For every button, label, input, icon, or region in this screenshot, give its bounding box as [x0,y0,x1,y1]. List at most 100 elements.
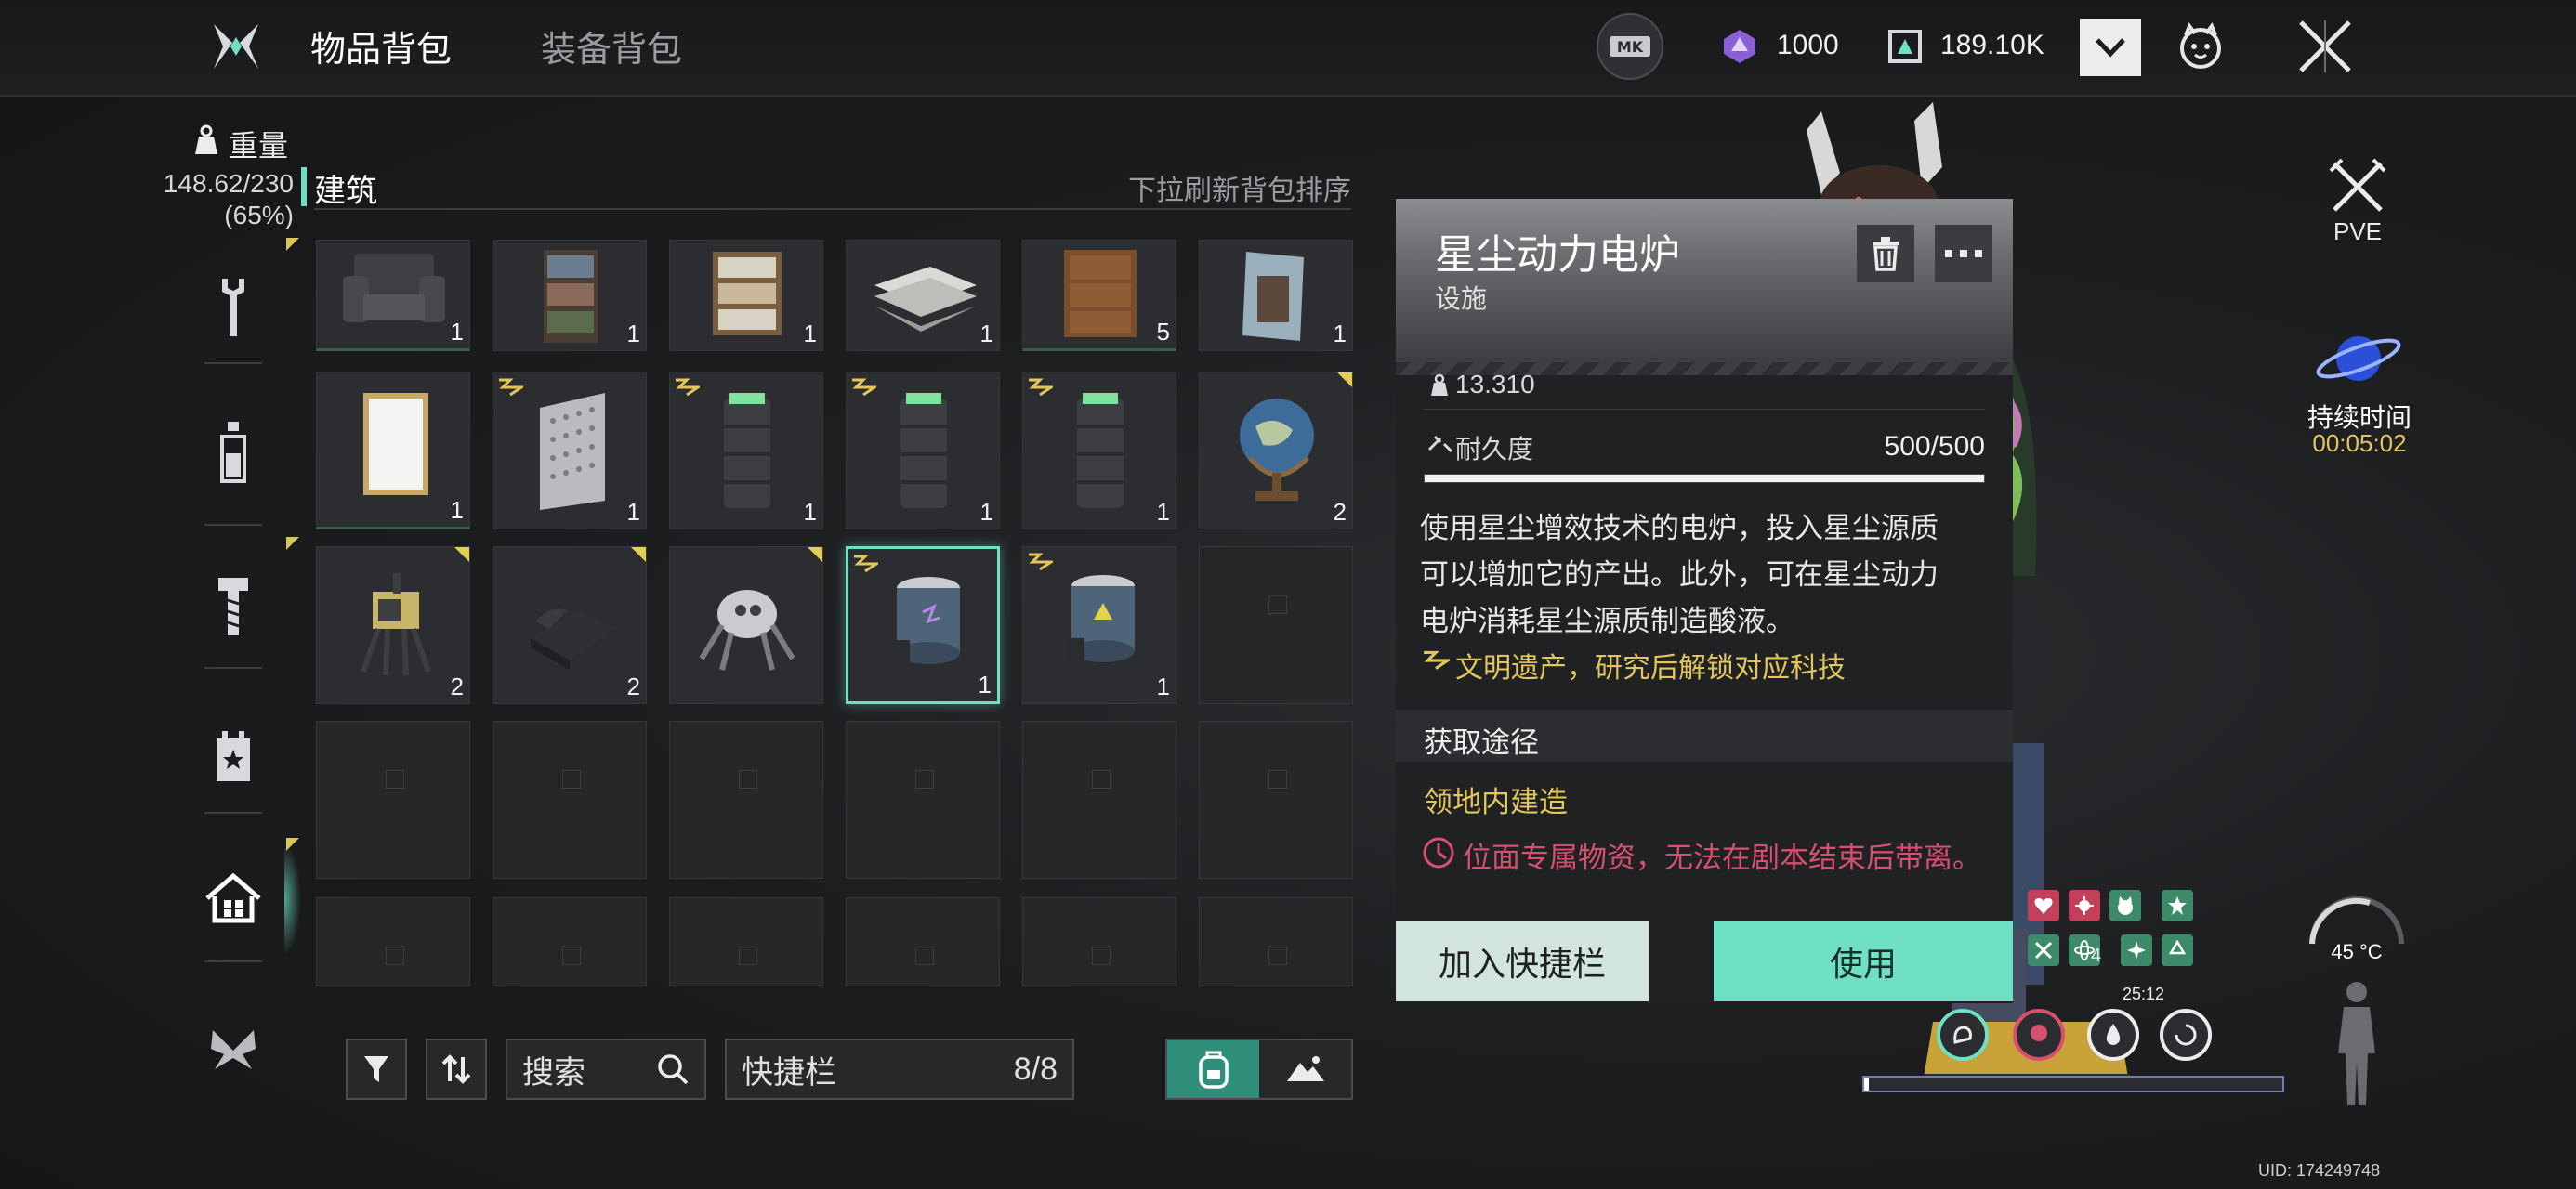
delete-button[interactable] [1857,225,1914,282]
star-buff-icon[interactable] [2162,890,2193,921]
bolt-icon [218,578,248,635]
nav-new-marker [286,238,299,251]
inventory-slot-empty[interactable] [669,721,823,879]
game-logo-icon[interactable] [208,19,264,74]
inventory-slot[interactable]: 5 [1022,240,1176,351]
inventory-slot-empty[interactable] [1022,721,1176,879]
duration-value: 00:05:02 [2312,429,2407,457]
water-drop-icon [2106,1024,2121,1045]
search-placeholder: 搜索 [522,1053,585,1091]
weight-label: 重量 [229,128,289,163]
inventory-slot[interactable]: 2 [1199,372,1353,529]
spiral-icon [2175,1024,2197,1046]
bookshelf-icon [544,250,598,343]
nav-consumables[interactable] [182,383,284,522]
dropdown-button[interactable] [2080,19,2141,76]
heart-buff-icon[interactable] [2028,890,2059,921]
new-item-marker [631,547,646,562]
add-to-quickbar-button[interactable]: 加入快捷栏 [1396,921,1649,1001]
tab-items[interactable]: 物品背包 [310,20,452,72]
planet-orbit-icon [2312,321,2405,399]
inventory-slot-empty[interactable] [846,897,1000,986]
inventory-slot[interactable]: 1 [316,372,470,529]
filter-icon [364,1056,388,1082]
inventory-slot-empty[interactable] [1199,897,1353,986]
inventory-slot[interactable]: 2 [493,546,647,704]
generator-tower-icon [724,393,770,508]
bottle-icon [220,422,246,483]
crossed-swords-icon[interactable] [2329,158,2386,219]
inventory-slot-empty[interactable] [669,897,823,986]
globe-icon [1240,399,1314,501]
inventory-slot-empty[interactable] [1199,721,1353,879]
inventory-slot-empty[interactable] [1199,546,1353,704]
virus-debuff-icon[interactable] [2069,890,2100,921]
inventory-slot[interactable]: 1 [493,372,647,529]
inventory-slot[interactable] [669,546,823,704]
inventory-slot[interactable]: 1 [846,240,1000,351]
search-input[interactable]: 搜索 [506,1039,706,1100]
sort-arrows-icon [441,1054,471,1084]
inventory-slot[interactable]: 1 [1199,240,1353,351]
arrows-buff-icon[interactable] [2028,934,2059,966]
backpack-icon [1198,1051,1229,1089]
source-header: 获取途径 [1424,726,1539,760]
quickbar-field[interactable]: 快捷栏 8/8 [725,1039,1074,1100]
inventory-slot[interactable]: 1 [1022,372,1176,529]
status-stack-count: 4 [2091,946,2102,966]
weight-percent: (65%) [224,201,294,229]
view-toggle-bag[interactable] [1167,1040,1259,1098]
water-ring[interactable] [2087,1009,2139,1061]
inventory-slot[interactable]: 1 [669,240,823,351]
nav-building[interactable] [182,829,284,968]
cat-buff-icon[interactable] [2109,890,2141,921]
inventory-slot[interactable]: 2 [316,546,470,704]
tech-note: 文明遗产，研究后解锁对应科技 [1455,652,1846,685]
inventory-slot-empty[interactable] [493,721,647,879]
mk-badge-icon[interactable]: MK [1597,13,1663,80]
top-bar: 物品背包 装备背包 MK 1000 189.10K [0,0,2576,97]
burst-buff-icon[interactable] [2121,934,2152,966]
inventory-slot[interactable]: 1 [846,372,1000,529]
newspaper-rack-icon [713,252,782,335]
inventory-slot[interactable]: 1 [316,240,470,351]
recycle-buff-icon[interactable] [2162,934,2193,966]
health-ring[interactable] [2013,1009,2065,1061]
mode-label: PVE [2333,217,2383,245]
inventory-slot-empty[interactable] [1022,897,1176,986]
filter-button[interactable] [346,1039,407,1100]
sort-button[interactable] [426,1039,487,1100]
view-toggle-island[interactable] [1259,1040,1351,1098]
close-icon[interactable] [2295,17,2355,76]
category-accent-bar [301,167,307,206]
more-button[interactable] [1935,225,1992,282]
stamina-ring[interactable] [1937,1009,1989,1061]
inventory-slot-empty[interactable] [316,721,470,879]
sort-hint: 下拉刷新背包排序 [1128,175,1351,207]
inventory-slot[interactable]: 1 [669,372,823,529]
inventory-slot[interactable]: 1 [493,240,647,351]
user-id: UID: 174249748 [2258,1161,2381,1180]
butterfly-icon [211,1030,256,1069]
tab-equipment[interactable]: 装备背包 [541,20,682,72]
energy-ring[interactable] [2160,1009,2212,1061]
arm-icon [1953,1026,1972,1044]
item-type: 设施 [1435,283,1488,314]
body-status-icon[interactable] [2331,979,2383,1113]
item-detail-panel: 星尘动力电炉 设施 13.310 耐久度 500/500 使用星尘增效技术的电炉… [1396,199,2013,1003]
spider-bot-icon [699,590,795,671]
use-button[interactable]: 使用 [1714,921,2013,1001]
pet-face-icon[interactable] [2175,20,2227,72]
inventory-slot-empty[interactable] [316,897,470,986]
inventory-slot-empty[interactable] [493,897,647,986]
quickbar-count: 8/8 [1013,1051,1058,1087]
nav-materials[interactable] [182,537,284,676]
nav-tools[interactable] [182,238,284,377]
inventory-slot[interactable]: 1 [1022,546,1176,704]
survival-timer: 25:12 [2123,985,2165,1003]
nav-appearance[interactable] [182,981,284,1120]
nav-events[interactable] [182,687,284,827]
inventory-slot-selected[interactable]: 1 [846,546,1000,704]
robot-turret-icon [361,573,431,676]
inventory-slot-empty[interactable] [846,721,1000,879]
